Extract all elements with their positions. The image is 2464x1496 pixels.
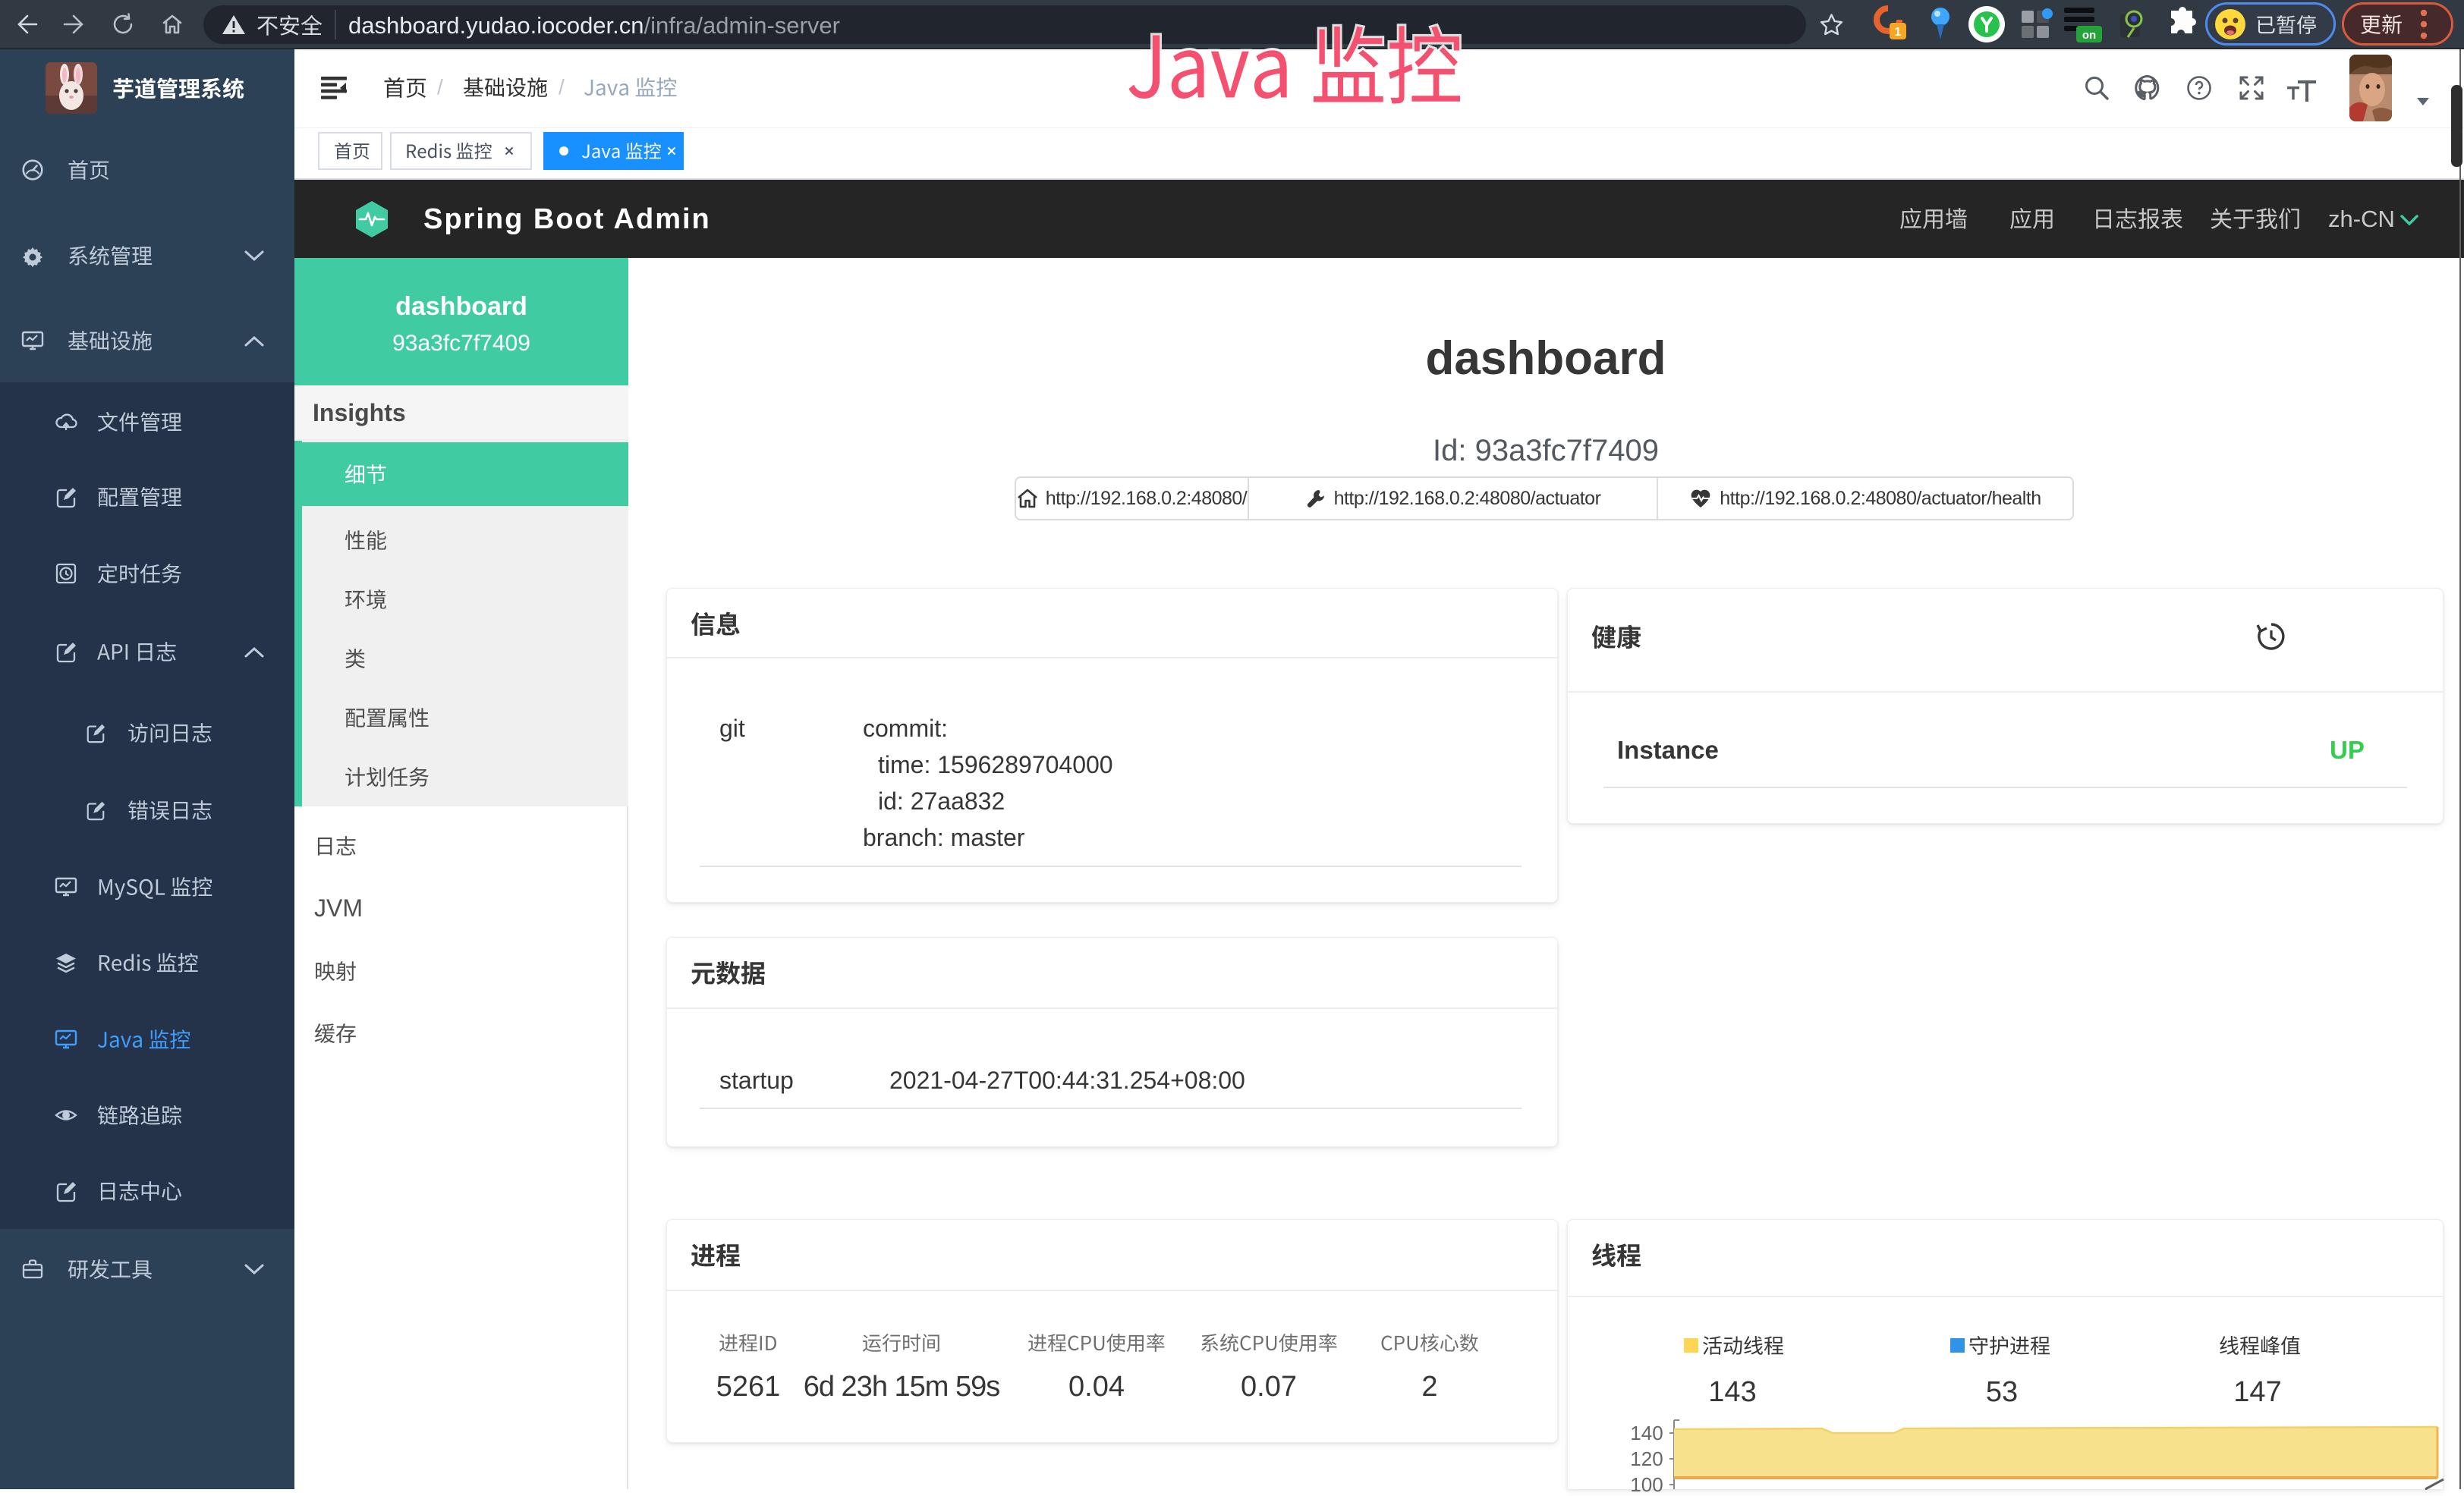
svg-text:1: 1 (1895, 26, 1902, 39)
svg-text:on: on (2082, 29, 2096, 42)
